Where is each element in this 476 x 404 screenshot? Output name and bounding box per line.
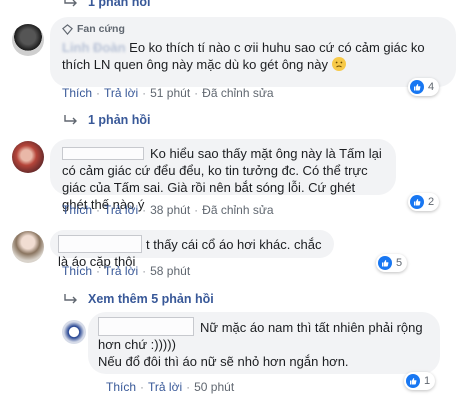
edited-label[interactable]: Đã chỉnh sửa [202,86,273,100]
thumbs-up-icon [410,195,424,209]
sad-face-emoji [331,57,346,71]
thumbs-up-icon [410,80,424,94]
reply-arrow-icon [64,0,78,7]
like-link[interactable]: Thích [62,203,92,217]
reaction-count[interactable]: 2 [408,193,440,211]
comment-actions: Thích · Trả lời · 38 phút · Đã chỉnh sửa [62,203,274,217]
view-more-replies[interactable]: Xem thêm 5 phản hồi [64,292,214,306]
avatar[interactable] [12,24,44,56]
timestamp[interactable]: 38 phút [150,203,190,217]
thumbs-up-icon [406,374,420,388]
redacted-name [58,235,142,253]
reply-text-line2: hơn chứ :))))) [98,337,176,352]
reply-bubble: Nữ mặc áo nam thì tất nhiên phải rộng hơ… [88,312,440,374]
diamond-icon [62,24,73,35]
like-link[interactable]: Thích [62,264,92,278]
timestamp[interactable]: 58 phút [150,264,190,278]
reply-arrow-icon [64,115,78,125]
reply-arrow-icon [64,294,78,304]
reply-actions: Thích · Trả lời · 50 phút [106,380,235,394]
view-replies-top[interactable]: 1 phản hồi [64,0,151,9]
like-link[interactable]: Thích [106,380,136,394]
comment-bubble: Fan cứng Linh Đoàn Eo ko thích tí nào c … [50,17,456,87]
fan-badge: Fan cứng [62,21,444,38]
avatar[interactable] [12,231,44,263]
avatar[interactable] [62,320,86,344]
redacted-name [98,317,194,336]
reaction-count[interactable]: 4 [408,78,440,96]
avatar[interactable] [12,141,44,173]
reply-text-line1: Nữ mặc áo nam thì tất nhiên phải rộng [200,320,423,335]
reply-text-line3: Nếu đổ đôi thì áo nữ sẽ nhỏ hơn ngắn hơn… [98,354,349,369]
redacted-name [62,147,144,160]
comment-bubble: Ko hiểu sao thấy mặt ông này là Tấm lại … [50,139,396,212]
reaction-count[interactable]: 5 [376,254,408,272]
comment-actions: Thích · Trả lời · 51 phút · Đã chỉnh sửa [62,86,274,100]
edited-label[interactable]: Đã chỉnh sửa [202,203,273,217]
reply-link[interactable]: Trả lời [104,264,138,278]
reply-link[interactable]: Trả lời [104,203,138,217]
thumbs-up-icon [378,256,392,270]
reply-link[interactable]: Trả lời [104,86,138,100]
timestamp[interactable]: 51 phút [150,86,190,100]
reply-link[interactable]: Trả lời [148,380,182,394]
view-replies[interactable]: 1 phản hồi [64,113,151,127]
timestamp[interactable]: 50 phút [194,380,234,394]
commenter-name[interactable]: Linh Đoàn [62,40,126,55]
comment-bubble: t thấy cái cổ áo hơi khác. chắc là áo cặ… [50,230,334,269]
reaction-count[interactable]: 1 [404,372,436,390]
like-link[interactable]: Thích [62,86,92,100]
comment-actions: Thích · Trả lời · 58 phút [62,264,191,278]
